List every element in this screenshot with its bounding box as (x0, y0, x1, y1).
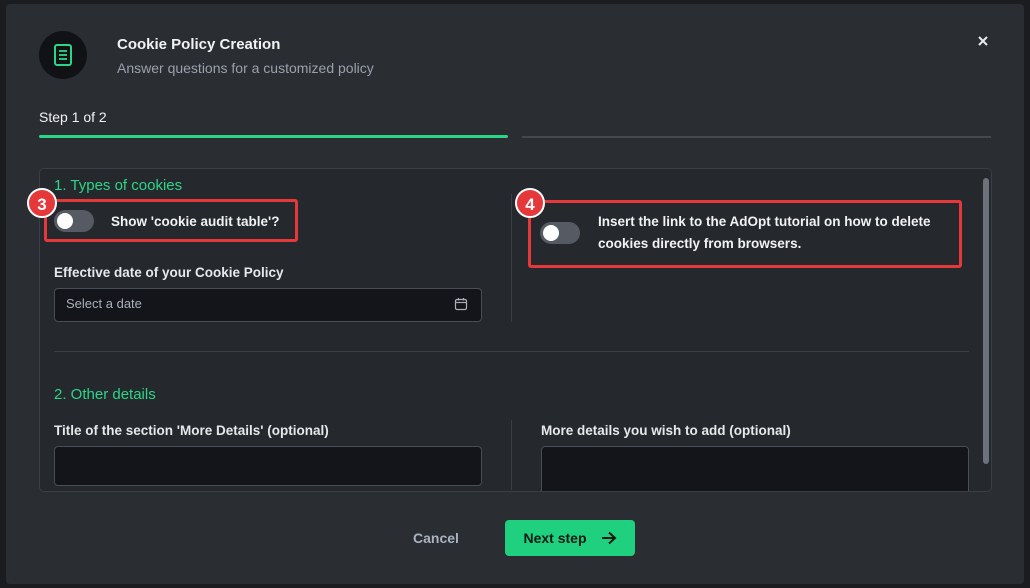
progress-step-2 (522, 136, 991, 138)
column-divider (511, 194, 512, 322)
toggle-audit-table-label: Show 'cookie audit table'? (111, 214, 280, 229)
arrow-right-icon (601, 531, 617, 545)
cookie-policy-dialog: Cookie Policy Creation Answer questions … (6, 4, 1024, 584)
cancel-button[interactable]: Cancel (400, 524, 472, 552)
more-details-textarea[interactable] (541, 446, 969, 491)
toggle-audit-table[interactable] (54, 210, 94, 232)
calendar-icon[interactable] (454, 297, 468, 316)
next-step-label: Next step (523, 530, 587, 546)
dialog-subtitle: Answer questions for a customized policy (117, 60, 374, 76)
effective-date-label: Effective date of your Cookie Policy (54, 265, 284, 280)
section-divider (54, 351, 969, 352)
section-title-other: 2. Other details (54, 386, 156, 403)
annotation-badge-4: 4 (515, 188, 545, 218)
toggle-tutorial-label-line1: Insert the link to the AdOpt tutorial on… (598, 214, 931, 229)
annotation-box-4 (528, 200, 962, 268)
close-icon[interactable] (972, 30, 994, 52)
next-step-button[interactable]: Next step (505, 520, 635, 556)
more-details-title-label: Title of the section 'More Details' (opt… (54, 423, 329, 438)
toggle-tutorial-label-line2: cookies directly from browsers. (598, 236, 802, 251)
annotation-badge-3: 3 (27, 188, 57, 218)
toggle-knob (57, 213, 73, 229)
step-indicator: Step 1 of 2 (39, 109, 107, 125)
document-icon (39, 31, 87, 79)
section-title-types: 1. Types of cookies (54, 177, 183, 194)
effective-date-placeholder: Select a date (66, 296, 142, 311)
toggle-tutorial-link[interactable] (540, 222, 580, 244)
progress-step-1 (39, 135, 508, 138)
dialog-title: Cookie Policy Creation (117, 36, 281, 53)
scrollbar[interactable] (983, 178, 989, 464)
more-details-label: More details you wish to add (optional) (541, 423, 791, 438)
more-details-title-input[interactable] (54, 446, 482, 486)
column-divider-2 (511, 420, 512, 490)
toggle-knob (543, 225, 559, 241)
